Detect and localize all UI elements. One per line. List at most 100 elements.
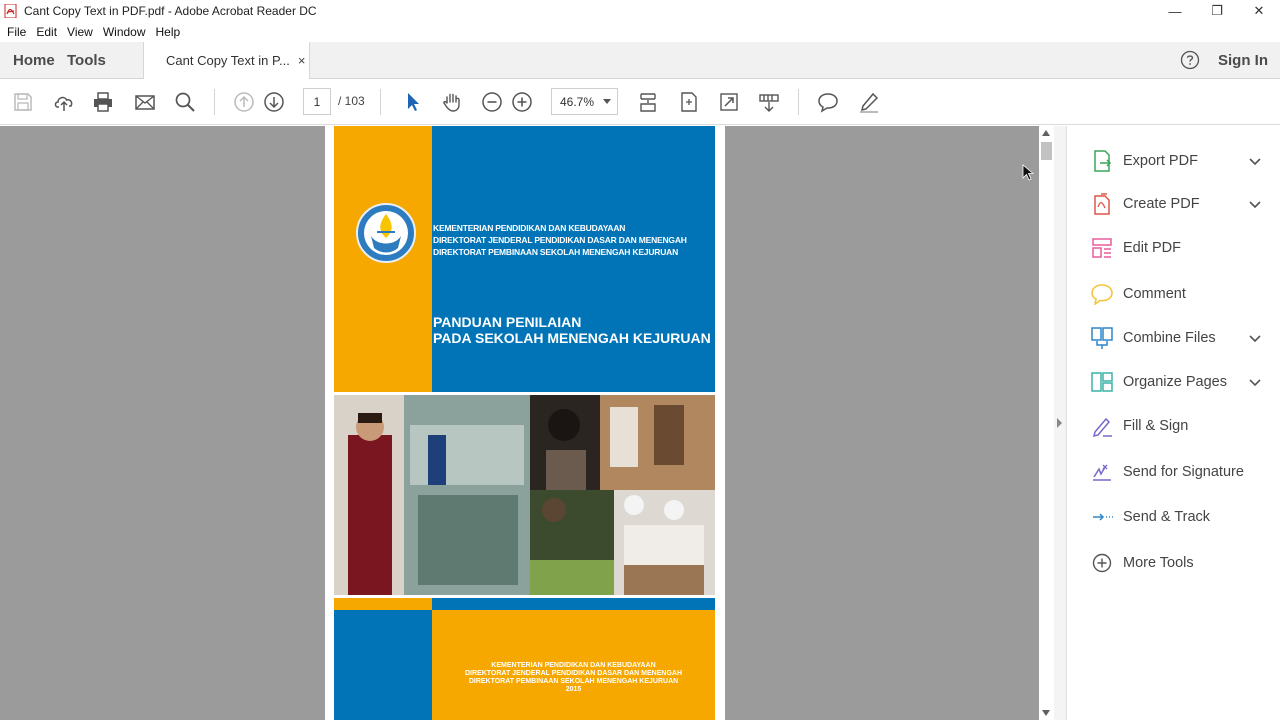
tool-comment[interactable]: Comment xyxy=(1067,277,1280,311)
title-bar: Cant Copy Text in PDF.pdf - Adobe Acroba… xyxy=(0,0,1280,22)
more-tools-icon xyxy=(1092,553,1112,573)
highlight-pen-icon[interactable] xyxy=(857,90,881,114)
zoom-out-icon[interactable] xyxy=(480,90,504,114)
create-pdf-icon xyxy=(1094,193,1110,215)
tool-label: Organize Pages xyxy=(1123,374,1227,390)
send-signature-icon xyxy=(1093,464,1111,481)
cover-org-line: KEMENTERIAN PENDIDIKAN DAN KEBUDAYAAN xyxy=(433,223,626,233)
zoom-level-dropdown[interactable]: 46.7% xyxy=(551,88,618,115)
tool-label: Export PDF xyxy=(1123,153,1198,169)
page-total: / 103 xyxy=(338,94,365,108)
back-band-yellow xyxy=(334,598,432,610)
tool-combine-files[interactable]: Combine Files xyxy=(1067,321,1280,355)
back-blue-block xyxy=(334,610,432,720)
acrobat-icon xyxy=(4,4,17,18)
cover-blue-block xyxy=(432,126,715,392)
tab-bar: Home Tools Cant Copy Text in P... × Sign… xyxy=(0,42,1280,79)
tool-label: Edit PDF xyxy=(1123,240,1182,256)
tab-home[interactable]: Home xyxy=(0,42,67,78)
back-cover-line: 2015 xyxy=(565,686,582,693)
tool-export-pdf[interactable]: Export PDF xyxy=(1067,144,1280,178)
tool-label: Combine Files xyxy=(1123,330,1216,346)
scroll-thumb[interactable] xyxy=(1041,142,1052,160)
tool-fill-sign[interactable]: Fill & Sign xyxy=(1067,409,1280,443)
tool-send-track[interactable]: Send & Track xyxy=(1067,500,1280,534)
tool-organize-pages[interactable]: Organize Pages xyxy=(1067,365,1280,399)
tool-label: More Tools xyxy=(1123,555,1194,571)
chevron-down-icon xyxy=(603,99,611,104)
tool-label: Create PDF xyxy=(1123,196,1200,212)
close-tab-icon[interactable]: × xyxy=(298,53,306,68)
menu-view[interactable]: View xyxy=(62,25,98,39)
menu-edit[interactable]: Edit xyxy=(31,25,62,39)
restore-button[interactable]: ❐ xyxy=(1196,0,1238,22)
tool-label: Send & Track xyxy=(1123,509,1211,525)
chevron-down-icon[interactable] xyxy=(1249,376,1261,388)
back-cover-line: DIREKTORAT JENDERAL PENDIDIKAN DASAR DAN… xyxy=(464,670,682,677)
zoom-in-icon[interactable] xyxy=(510,90,534,114)
tool-label: Comment xyxy=(1123,286,1186,302)
vertical-scrollbar[interactable] xyxy=(1039,126,1054,720)
next-page-icon[interactable] xyxy=(262,90,286,114)
right-pane-toggle[interactable] xyxy=(1054,126,1066,720)
collapse-arrow-icon xyxy=(1057,418,1062,428)
back-band-blue xyxy=(432,598,715,610)
read-mode-icon[interactable] xyxy=(757,90,781,114)
chevron-down-icon[interactable] xyxy=(1249,198,1261,210)
cover-organization: KEMENTERIAN PENDIDIKAN DAN KEBUDAYAAN DI… xyxy=(433,222,713,258)
back-cover-line: KEMENTERIAN PENDIDIKAN DAN KEBUDAYAAN xyxy=(491,662,656,669)
tab-document[interactable]: Cant Copy Text in P... × xyxy=(143,42,310,79)
menu-bar: File Edit View Window Help xyxy=(0,22,1280,42)
fit-page-icon[interactable] xyxy=(677,90,701,114)
tool-more-tools[interactable]: More Tools xyxy=(1067,546,1280,580)
toolbar-divider xyxy=(214,89,215,115)
chevron-down-icon[interactable] xyxy=(1249,155,1261,167)
cover-photo-collage xyxy=(334,395,715,595)
tool-label: Fill & Sign xyxy=(1123,418,1189,434)
previous-page-icon[interactable] xyxy=(232,90,256,114)
tool-create-pdf[interactable]: Create PDF xyxy=(1067,187,1280,221)
minimize-button[interactable]: — xyxy=(1154,0,1196,22)
sign-in-button[interactable]: Sign In xyxy=(1210,42,1280,78)
tool-send-for-signature[interactable]: Send for Signature xyxy=(1067,455,1280,489)
menu-file[interactable]: File xyxy=(2,25,31,39)
cover-title: PANDUAN PENILAIAN PADA SEKOLAH MENENGAH … xyxy=(433,314,711,346)
scroll-down-arrow-icon[interactable] xyxy=(1042,710,1050,716)
print-icon[interactable] xyxy=(91,90,115,114)
tool-label: Send for Signature xyxy=(1123,464,1244,480)
menu-window[interactable]: Window xyxy=(98,25,151,39)
scrolling-mode-icon[interactable] xyxy=(636,90,660,114)
search-icon[interactable] xyxy=(173,90,197,114)
scroll-up-arrow-icon[interactable] xyxy=(1042,130,1050,136)
select-cursor-icon[interactable] xyxy=(400,90,424,114)
help-icon[interactable] xyxy=(1170,42,1210,78)
page-number-input[interactable]: 1 xyxy=(303,88,331,115)
combine-files-icon xyxy=(1091,327,1113,349)
zoom-level-value: 46.7% xyxy=(560,94,595,109)
save-icon[interactable] xyxy=(11,90,35,114)
fill-sign-icon xyxy=(1092,417,1112,437)
back-cover-text: KEMENTERIAN PENDIDIKAN DAN KEBUDAYAAN DI… xyxy=(432,662,715,694)
toolbar-divider xyxy=(798,89,799,115)
tools-pane: Export PDF Create PDF Edit PDF Comment C… xyxy=(1066,126,1280,720)
cover-org-line: DIREKTORAT PEMBINAAN SEKOLAH MENENGAH KE… xyxy=(433,247,679,257)
window-title: Cant Copy Text in PDF.pdf - Adobe Acroba… xyxy=(24,4,317,18)
upload-cloud-icon[interactable] xyxy=(52,90,76,114)
menu-help[interactable]: Help xyxy=(151,25,186,39)
email-icon[interactable] xyxy=(133,90,157,114)
tab-tools[interactable]: Tools xyxy=(67,42,143,78)
send-track-icon xyxy=(1093,513,1113,521)
comment-icon xyxy=(1091,284,1113,305)
organize-pages-icon xyxy=(1091,372,1113,392)
close-window-button[interactable]: ✕ xyxy=(1238,0,1280,22)
mouse-cursor-icon xyxy=(1022,164,1034,181)
export-pdf-icon xyxy=(1094,150,1112,172)
chevron-down-icon[interactable] xyxy=(1249,332,1261,344)
tool-edit-pdf[interactable]: Edit PDF xyxy=(1067,231,1280,265)
comment-tool-icon[interactable] xyxy=(816,90,840,114)
full-screen-icon[interactable] xyxy=(717,90,741,114)
pdf-page[interactable]: KEMENTERIAN PENDIDIKAN DAN KEBUDAYAAN DI… xyxy=(325,126,725,720)
toolbar-divider xyxy=(380,89,381,115)
toolbar: 1 / 103 46.7% xyxy=(0,79,1280,125)
hand-tool-icon[interactable] xyxy=(440,90,464,114)
